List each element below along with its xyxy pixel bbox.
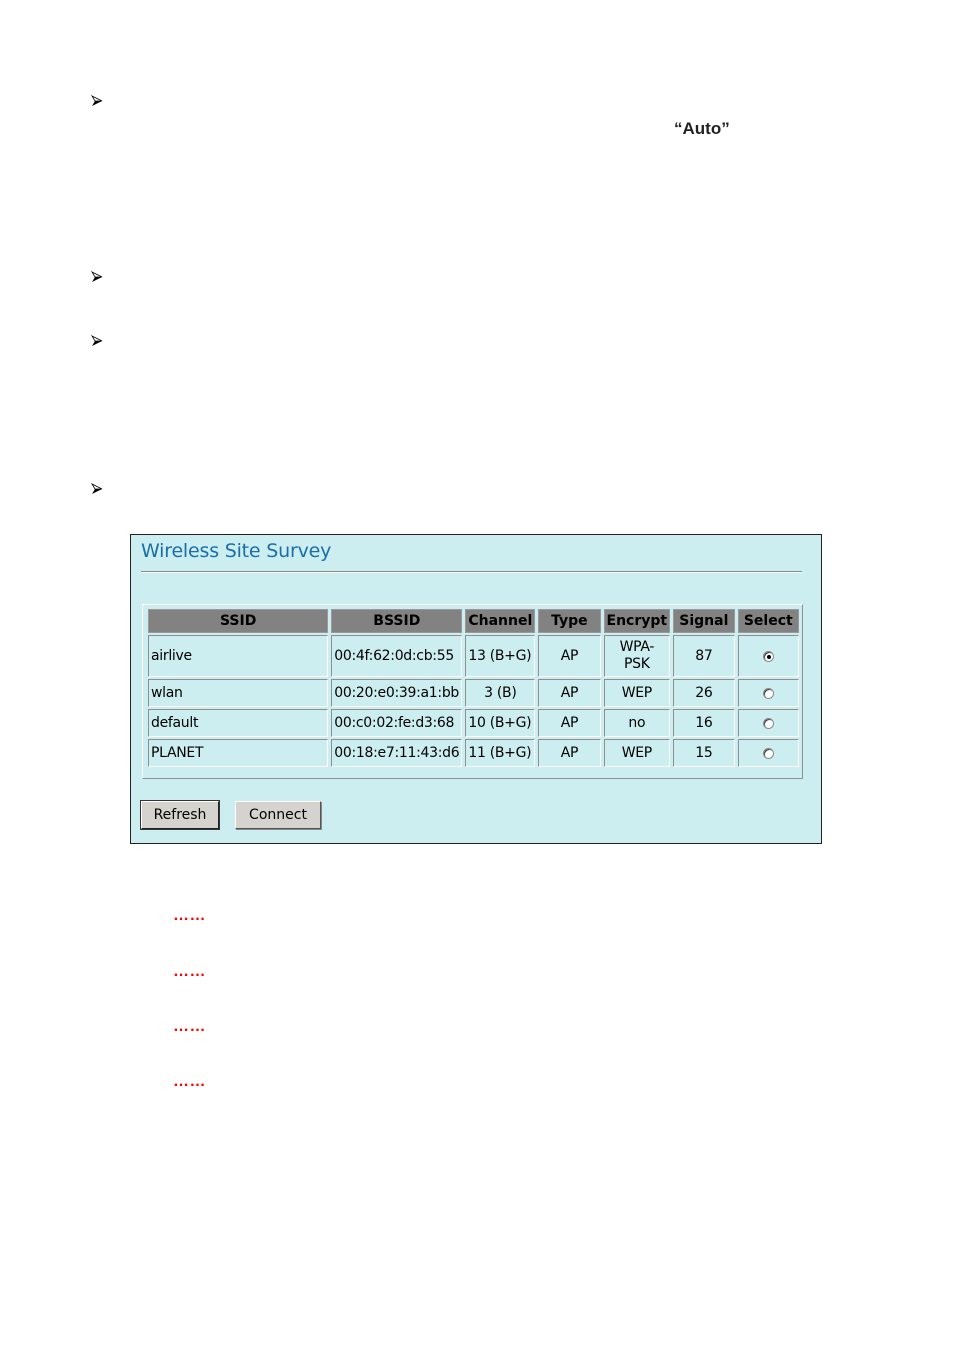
type-cell: AP: [538, 739, 601, 767]
ssid-cell: wlan: [148, 679, 329, 707]
panel-title: Wireless Site Survey: [141, 540, 332, 562]
column-header-ssid: SSID: [148, 609, 329, 633]
survey-table: SSID BSSID Channel Type Encrypt Signal S…: [145, 607, 802, 769]
select-radio[interactable]: [762, 687, 774, 699]
select-cell: [737, 709, 799, 737]
ssid-cell: airlive: [148, 635, 329, 677]
channel-cell: 10 (B+G): [465, 709, 536, 737]
ellipsis-marker: ……: [173, 963, 206, 980]
encrypt-line-1: WPA-: [619, 639, 655, 655]
table-row[interactable]: airlive 00:4f:62:0d:cb:55 13 (B+G) AP WP…: [148, 635, 799, 677]
select-radio[interactable]: [762, 747, 774, 759]
select-cell: [737, 679, 799, 707]
title-divider: [141, 571, 802, 573]
ellipsis-marker: ……: [173, 1018, 206, 1035]
channel-cell: 3 (B): [465, 679, 536, 707]
encrypt-cell: WEP: [603, 739, 671, 767]
refresh-button[interactable]: Refresh: [141, 801, 219, 829]
connect-button[interactable]: Connect: [235, 801, 321, 829]
auto-quoted-text: “Auto”: [674, 119, 730, 138]
column-header-select: Select: [737, 609, 799, 633]
signal-cell: 87: [673, 635, 735, 677]
encrypt-cell: WPA- PSK: [603, 635, 671, 677]
select-cell: [737, 739, 799, 767]
column-header-type: Type: [538, 609, 601, 633]
column-header-channel: Channel: [465, 609, 536, 633]
channel-cell: 11 (B+G): [465, 739, 536, 767]
select-radio[interactable]: [762, 717, 774, 729]
column-header-bssid: BSSID: [331, 609, 463, 633]
bssid-cell: 00:c0:02:fe:d3:68: [331, 709, 463, 737]
signal-cell: 15: [673, 739, 735, 767]
signal-cell: 26: [673, 679, 735, 707]
survey-table-frame: SSID BSSID Channel Type Encrypt Signal S…: [142, 604, 803, 779]
wireless-site-survey-panel: Wireless Site Survey SSID BSSID Channel …: [130, 534, 822, 844]
arrowhead-bullet-icon: [91, 95, 105, 109]
ellipsis-marker: ……: [173, 907, 206, 924]
arrowhead-bullet-icon: [91, 335, 105, 349]
select-radio[interactable]: [762, 650, 774, 662]
bssid-cell: 00:20:e0:39:a1:bb: [331, 679, 463, 707]
ellipsis-marker: ……: [173, 1073, 206, 1090]
type-cell: AP: [538, 709, 601, 737]
arrowhead-bullet-icon: [91, 271, 105, 285]
column-header-encrypt: Encrypt: [603, 609, 671, 633]
encrypt-cell: no: [603, 709, 671, 737]
bssid-cell: 00:4f:62:0d:cb:55: [331, 635, 463, 677]
type-cell: AP: [538, 679, 601, 707]
arrowhead-bullet-icon: [91, 483, 105, 497]
bssid-cell: 00:18:e7:11:43:d6: [331, 739, 463, 767]
table-row[interactable]: wlan 00:20:e0:39:a1:bb 3 (B) AP WEP 26: [148, 679, 799, 707]
ssid-cell: PLANET: [148, 739, 329, 767]
table-row[interactable]: PLANET 00:18:e7:11:43:d6 11 (B+G) AP WEP…: [148, 739, 799, 767]
table-row[interactable]: default 00:c0:02:fe:d3:68 10 (B+G) AP no…: [148, 709, 799, 737]
encrypt-cell: WEP: [603, 679, 671, 707]
select-cell: [737, 635, 799, 677]
signal-cell: 16: [673, 709, 735, 737]
table-header-row: SSID BSSID Channel Type Encrypt Signal S…: [148, 609, 799, 633]
column-header-signal: Signal: [673, 609, 735, 633]
type-cell: AP: [538, 635, 601, 677]
ssid-cell: default: [148, 709, 329, 737]
encrypt-line-2: PSK: [624, 656, 650, 672]
channel-cell: 13 (B+G): [465, 635, 536, 677]
